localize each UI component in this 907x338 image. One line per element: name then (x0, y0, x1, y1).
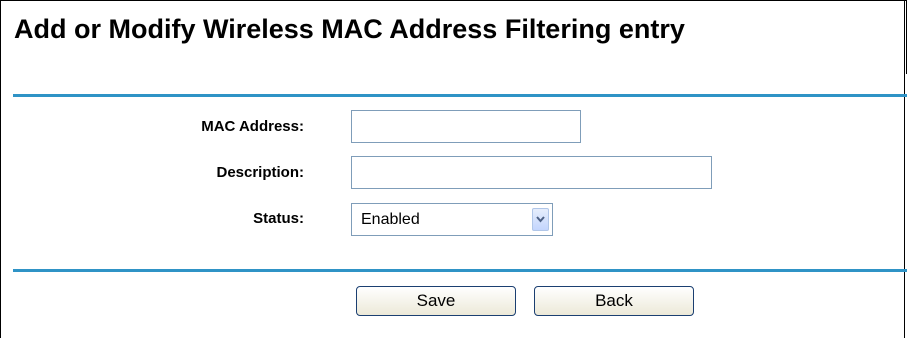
status-select[interactable]: Enabled (351, 203, 553, 236)
description-label: Description: (216, 164, 304, 181)
mac-address-label: MAC Address: (201, 118, 304, 135)
chevron-down-glyph (536, 216, 545, 223)
page-title: Add or Modify Wireless MAC Address Filte… (14, 14, 685, 44)
top-divider (13, 94, 907, 97)
mac-address-input[interactable] (351, 110, 581, 143)
chevron-down-icon[interactable] (532, 208, 549, 231)
status-label: Status: (253, 210, 304, 227)
save-button[interactable]: Save (356, 286, 516, 316)
bottom-divider (13, 269, 907, 272)
back-button[interactable]: Back (534, 286, 694, 316)
status-select-value: Enabled (361, 211, 420, 228)
description-input[interactable] (351, 156, 712, 189)
